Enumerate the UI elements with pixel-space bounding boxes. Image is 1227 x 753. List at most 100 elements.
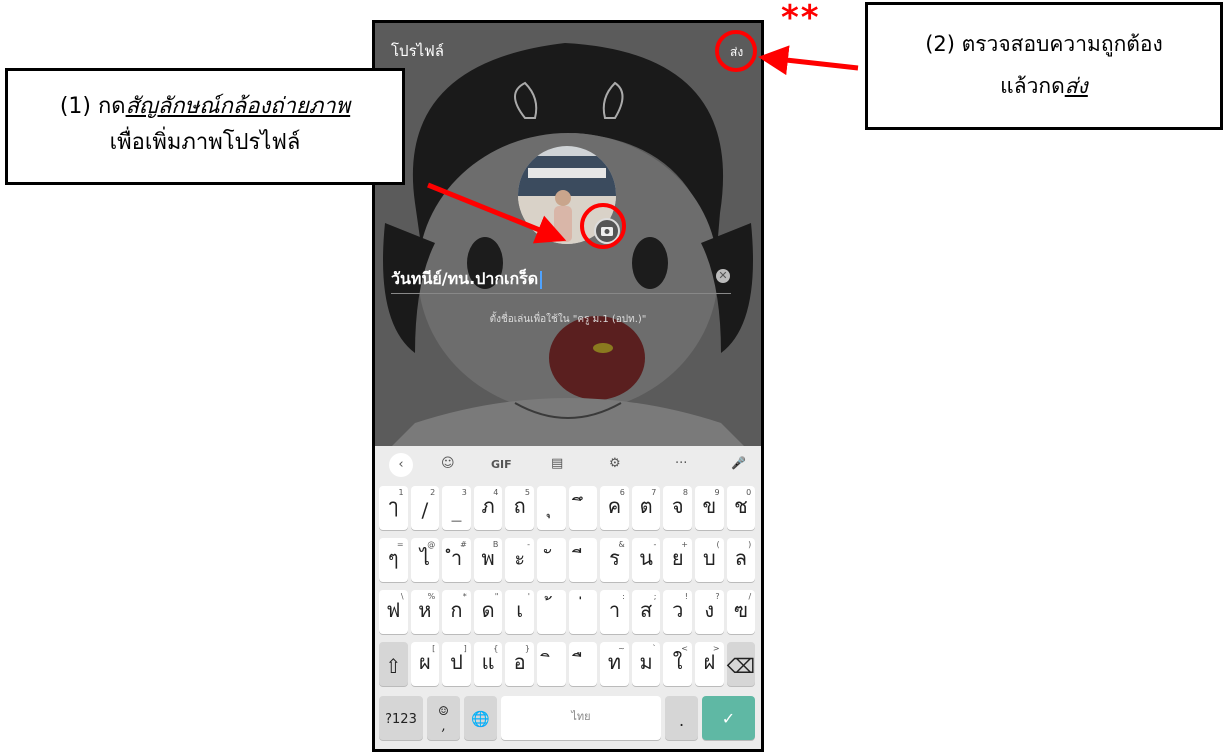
key-row1-6[interactable]: ึ	[568, 486, 598, 530]
nickname-value: วันทนีย์/ทน.ปากเกร็ด	[391, 269, 539, 288]
nickname-hint: ตั้งชื่อเล่นเพื่อใช้ใน "ครู ม.1 (อปท.)"	[489, 314, 647, 325]
key-hint: &	[618, 540, 625, 549]
key-row2-7[interactable]: ร &	[600, 538, 629, 582]
key-hint: (	[716, 540, 720, 549]
key-row4-5[interactable]: ิ	[537, 642, 566, 686]
key-label: ื	[569, 646, 598, 678]
key-row4-1[interactable]: ผ[	[410, 642, 440, 686]
key-row2-0[interactable]: ๆ =	[379, 538, 408, 582]
key-row4-10[interactable]: ฝ >	[695, 642, 724, 686]
key-row2-6[interactable]: ี	[568, 538, 598, 582]
key-row3-7[interactable]: า:	[600, 590, 629, 634]
key-row2-11[interactable]: ล)	[726, 538, 756, 582]
key-row1-7[interactable]: ค6	[600, 486, 629, 530]
key-row2-4[interactable]: ะ-	[505, 538, 534, 582]
key-row2-8[interactable]: น-	[631, 538, 661, 582]
key-row1-9[interactable]: จ8	[663, 486, 692, 530]
annotation-2-prefix: แล้วกด	[1000, 74, 1065, 98]
key-hint: /	[748, 592, 752, 601]
emoji-key[interactable]: ☺ ,	[427, 696, 460, 740]
key-row3-3[interactable]: ด "	[473, 590, 503, 634]
key-row1-10[interactable]: ข9	[695, 486, 724, 530]
key-row2-2[interactable]: ำ #	[442, 538, 471, 582]
key-row2-9[interactable]: ย +	[663, 538, 692, 582]
key-hint: ~	[618, 644, 625, 653]
annotation-1-link: สัญลักษณ์กล้องถ่ายภาพ	[125, 94, 351, 119]
key-row-4: ⇧ ผ[ป]แ{อ}ิืท~ม`ใ<ฝ>⌫	[379, 642, 759, 688]
profile-screen: โปรไฟล์ ส่ง วันทนีย์/ทน.ปากเกร็ด ✕ ตั้งช…	[375, 23, 761, 749]
key-row1-11[interactable]: ช0	[726, 486, 756, 530]
key-row1-2[interactable]: _ 3	[442, 486, 471, 530]
key-row2-3[interactable]: พB	[473, 538, 503, 582]
annotation-1-line1: (1) กดสัญลักษณ์กล้องถ่ายภาพ	[8, 89, 402, 125]
period-key[interactable]: .	[665, 696, 698, 740]
annotation-2-link: ส่ง	[1064, 74, 1088, 98]
annotation-2-line1: (2) ตรวจสอบความถูกต้อง	[925, 32, 1163, 56]
key-row4-7[interactable]: ท ~	[600, 642, 629, 686]
gif-button[interactable]: GIF	[491, 458, 512, 471]
key-row2-5[interactable]: ั	[537, 538, 566, 582]
key-row4-2[interactable]: ป]	[442, 642, 471, 686]
key-hint: 8	[682, 488, 688, 497]
key-label: ⇧	[384, 654, 402, 678]
key-row3-1[interactable]: ห%	[410, 590, 440, 634]
clear-icon[interactable]: ✕	[716, 269, 730, 283]
key-hint: {	[493, 644, 499, 653]
shift-key[interactable]: ⇧	[379, 642, 408, 686]
keyboard: ‹ ☺ GIF ▤ ⚙ ··· 🎤 ๅ1/2_3ภ4ถ5ุึค6ต7จ8ข9ช0…	[375, 446, 761, 749]
key-row-5: ?123 ☺ , 🌐 ไทย . ✓	[379, 696, 759, 742]
key-row3-6[interactable]: ่	[568, 590, 598, 634]
camera-icon[interactable]	[594, 218, 620, 244]
key-row4-9[interactable]: ใ <	[663, 642, 692, 686]
key-hint: B	[492, 540, 499, 549]
key-row4-8[interactable]: ม `	[631, 642, 661, 686]
key-row1-4[interactable]: ถ5	[505, 486, 534, 530]
key-row1-1[interactable]: /2	[410, 486, 440, 530]
settings-icon[interactable]: ⚙	[609, 456, 621, 471]
text-caret	[540, 270, 543, 289]
key-row1-0[interactable]: ๅ1	[379, 486, 408, 530]
key-row1-3[interactable]: ภ4	[473, 486, 503, 530]
key-label: ั	[537, 542, 566, 574]
key-row4-3[interactable]: แ{	[473, 642, 503, 686]
key-row4-4[interactable]: อ}	[505, 642, 534, 686]
key-label: ่	[569, 594, 598, 626]
key-hint: ;	[653, 592, 657, 601]
symbols-key[interactable]: ?123	[379, 696, 423, 740]
key-row4-6[interactable]: ื	[568, 642, 598, 686]
key-label: ุ	[537, 490, 566, 522]
mic-icon[interactable]: 🎤	[731, 456, 746, 470]
key-row3-10[interactable]: ง?	[695, 590, 724, 634]
page-title: โปรไฟล์	[391, 42, 444, 60]
sticker-icon[interactable]: ☺	[441, 456, 455, 471]
annotation-box-2: (2) ตรวจสอบความถูกต้อง แล้วกดส่ง	[865, 2, 1223, 130]
more-icon[interactable]: ···	[675, 456, 687, 471]
key-label: ึ	[569, 490, 598, 522]
enter-key[interactable]: ✓	[702, 696, 755, 740]
keyboard-toolbar: ‹ ☺ GIF ▤ ⚙ ··· 🎤	[375, 446, 761, 484]
key-row3-4[interactable]: เ '	[505, 590, 534, 634]
key-row2-1[interactable]: ไ @	[410, 538, 440, 582]
key-row3-2[interactable]: ก *	[442, 590, 471, 634]
send-button[interactable]: ส่ง	[730, 43, 743, 62]
nickname-input[interactable]: วันทนีย์/ทน.ปากเกร็ด	[391, 267, 731, 294]
key-row3-0[interactable]: ฟ \	[379, 590, 408, 634]
key-hint: <	[681, 644, 688, 653]
key-row3-8[interactable]: ส;	[631, 590, 661, 634]
key-row-3: ฟ\ห%ก*ด"เ'้่า:ส;ว!ง?ฃ/	[379, 590, 759, 636]
back-icon[interactable]: ‹	[389, 453, 413, 477]
backspace-key[interactable]: ⌫	[726, 642, 756, 686]
key-hint: 1	[398, 488, 404, 497]
key-label: ้	[537, 594, 566, 626]
space-bar[interactable]: ไทย	[501, 696, 661, 740]
key-row3-5[interactable]: ้	[537, 590, 566, 634]
key-hint: 7	[651, 488, 657, 497]
key-row1-5[interactable]: ุ	[537, 486, 566, 530]
clipboard-icon[interactable]: ▤	[551, 456, 563, 471]
key-row3-9[interactable]: ว!	[663, 590, 692, 634]
globe-icon[interactable]: 🌐	[464, 696, 497, 740]
key-row2-10[interactable]: บ(	[695, 538, 724, 582]
key-row3-11[interactable]: ฃ /	[726, 590, 756, 634]
key-row1-8[interactable]: ต7	[631, 486, 661, 530]
key-row-1: ๅ1/2_3ภ4ถ5ุึค6ต7จ8ข9ช0	[379, 486, 759, 532]
